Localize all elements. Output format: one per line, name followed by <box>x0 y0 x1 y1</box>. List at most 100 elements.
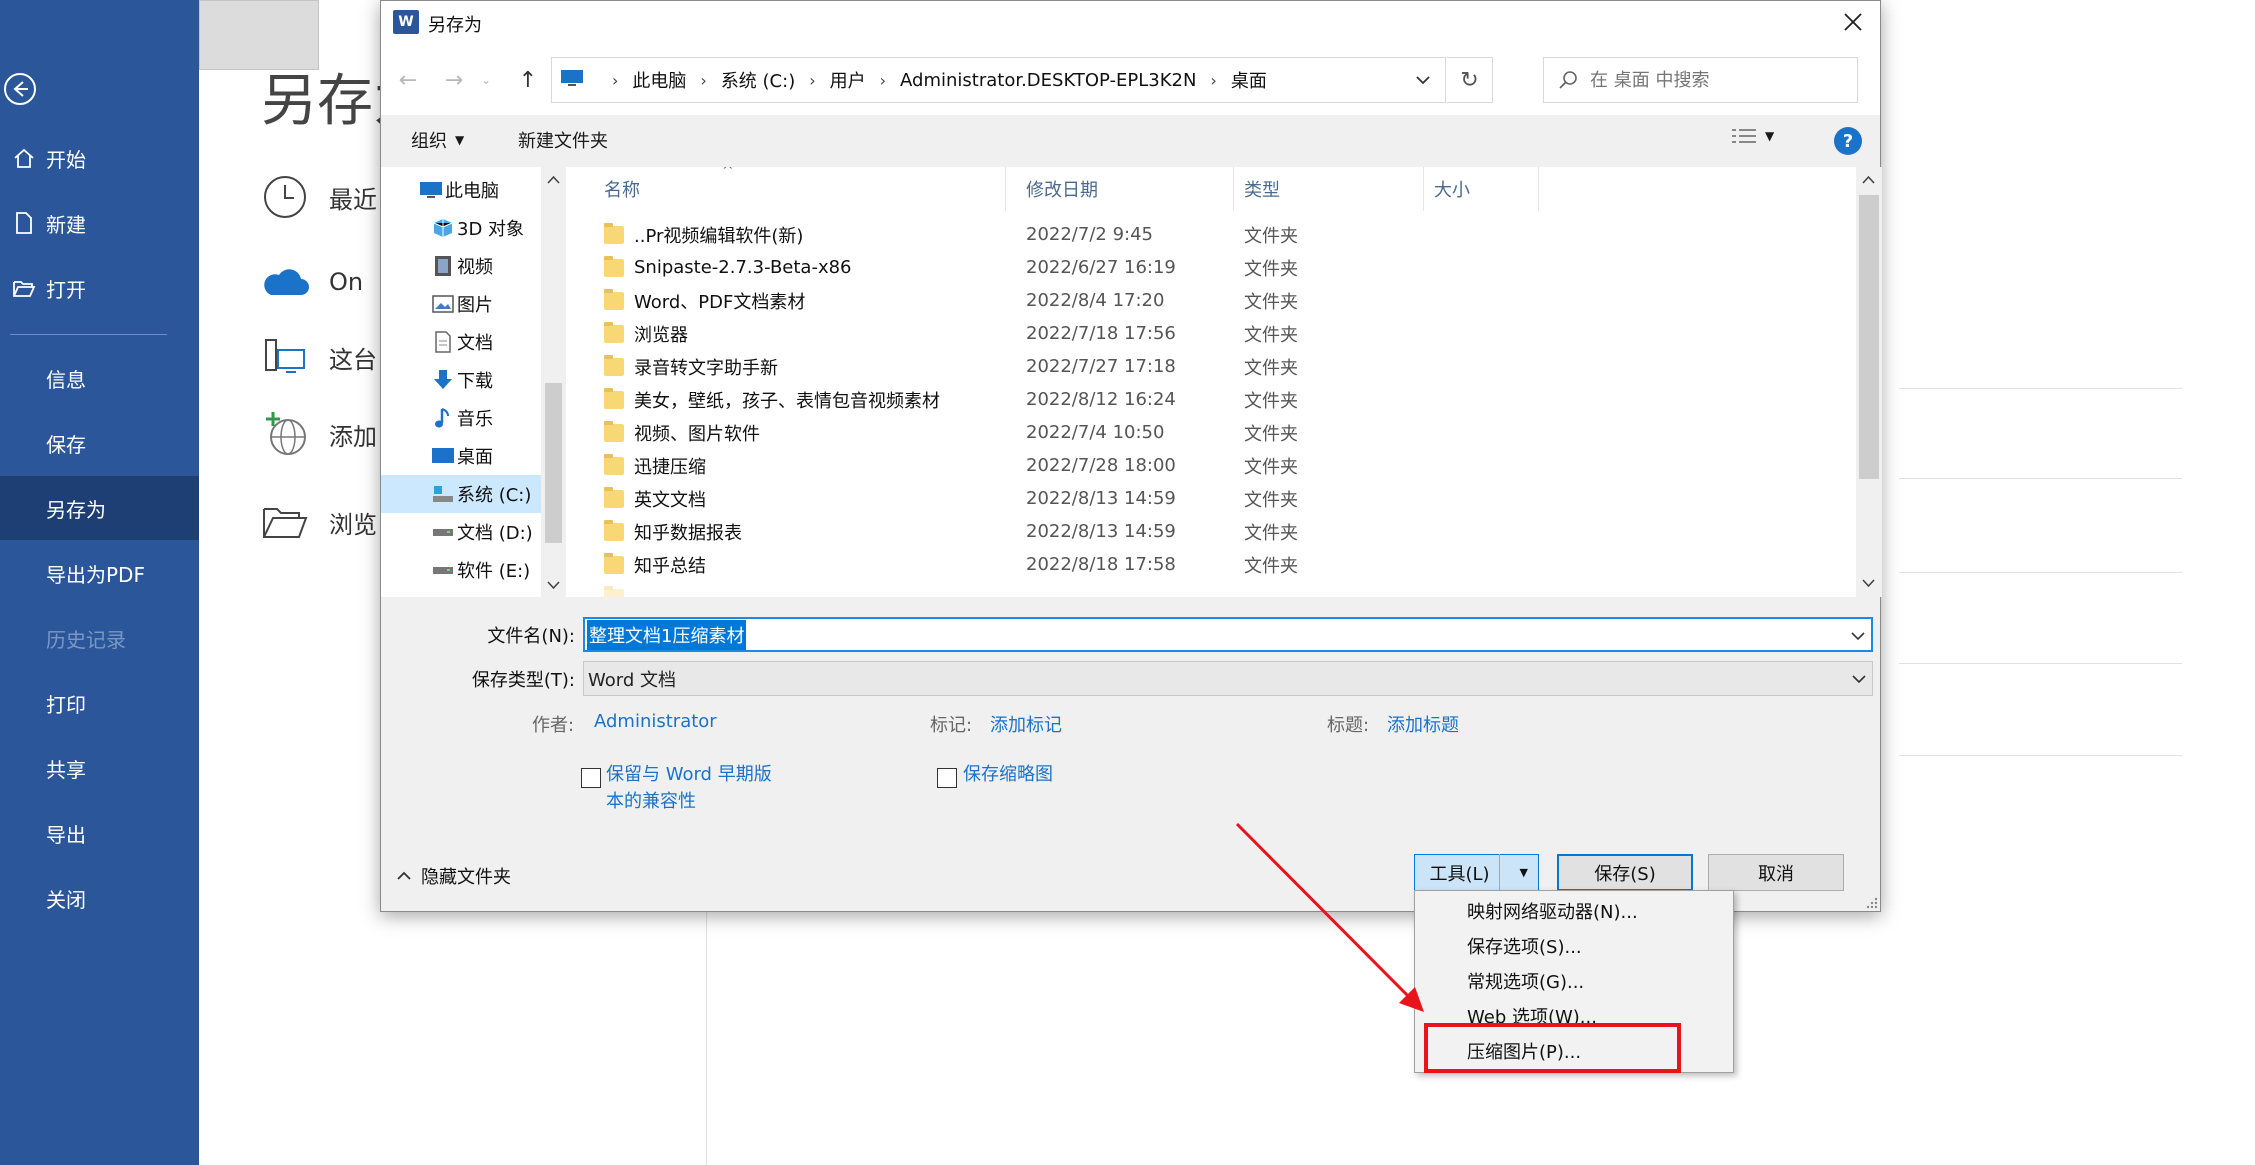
location-onedrive[interactable]: On <box>259 250 363 314</box>
thumbnail-checkbox[interactable] <box>937 768 957 788</box>
menu-map-network-drive[interactable]: 映射网络驱动器(N)... <box>1415 893 1733 928</box>
location-recent[interactable]: 最近 <box>259 165 377 229</box>
file-name: 视频、图片软件 <box>634 423 760 445</box>
author-value[interactable]: Administrator <box>594 711 717 732</box>
new-folder-button[interactable]: 新建文件夹 <box>518 127 608 153</box>
compat-label-line1[interactable]: 保留与 Word 早期版 <box>606 761 772 788</box>
hide-folders-toggle[interactable]: 隐藏文件夹 <box>397 863 511 889</box>
title-value[interactable]: 添加标题 <box>1387 711 1459 737</box>
dialog-titlebar[interactable]: W 另存为 <box>381 1 1880 43</box>
breadcrumb-item[interactable]: 用户 <box>830 67 866 93</box>
file-date: 2022/7/28 18:00 <box>1026 455 1176 476</box>
nav-divider <box>10 334 167 335</box>
address-bar[interactable]: › 此电脑 › 系统 (C:) › 用户 › Administrator.DES… <box>551 57 1446 103</box>
tree-scroll-thumb[interactable] <box>545 383 562 543</box>
details-view-icon <box>1732 129 1756 143</box>
tree-item-desktop[interactable]: 桌面 <box>381 437 541 475</box>
nav-home[interactable]: 开始 <box>0 126 199 190</box>
location-browse[interactable]: 浏览 <box>259 490 377 554</box>
filename-field[interactable]: 整理文档1压缩素材 <box>583 617 1873 652</box>
file-row[interactable]: 知乎数据报表 2022/8/13 14:59 文件夹 <box>566 515 1856 548</box>
nav-share[interactable]: 共享 <box>0 736 199 800</box>
chevron-up-icon <box>397 871 411 880</box>
nav-print[interactable]: 打印 <box>0 671 199 735</box>
tree-item-videos[interactable]: 视频 <box>381 247 541 285</box>
column-size[interactable]: 大小 <box>1424 167 1539 211</box>
tree-item-3d-objects[interactable]: 3D 对象 <box>381 209 541 247</box>
folder-icon <box>604 321 624 343</box>
file-row[interactable]: 美女，壁纸，孩子、表情包音视频素材 2022/8/12 16:24 文件夹 <box>566 383 1856 416</box>
location-add-place[interactable]: 添加 <box>259 402 377 466</box>
tree-item-drive-c[interactable]: 系统 (C:) <box>381 475 541 513</box>
breadcrumb-item[interactable]: 系统 (C:) <box>721 67 795 93</box>
column-label: 修改日期 <box>1026 180 1098 201</box>
file-row[interactable]: Snipaste-2.7.3-Beta-x86 2022/6/27 16:19 … <box>566 251 1856 284</box>
tree-item-music[interactable]: 音乐 <box>381 399 541 437</box>
column-type[interactable]: 类型 <box>1234 167 1424 211</box>
file-row[interactable]: ..Pr视频编辑软件(新) 2022/7/2 9:45 文件夹 <box>566 218 1856 251</box>
back-button[interactable]: ← <box>393 65 423 95</box>
file-scroll-thumb[interactable] <box>1859 195 1879 479</box>
tree-item-this-pc[interactable]: 此电脑 <box>381 171 541 209</box>
nav-close[interactable]: 关闭 <box>0 866 199 930</box>
file-list-scrollbar[interactable] <box>1856 167 1882 597</box>
search-input[interactable] <box>1590 69 1830 91</box>
breadcrumb-item[interactable]: 此电脑 <box>632 67 686 93</box>
breadcrumb-item[interactable]: Administrator.DESKTOP-EPL3K2N <box>900 70 1196 91</box>
nav-info[interactable]: 信息 <box>0 346 199 410</box>
address-dropdown-button[interactable] <box>1399 58 1445 102</box>
tree-scrollbar[interactable] <box>541 167 566 597</box>
tree-item-pictures[interactable]: 图片 <box>381 285 541 323</box>
nav-save-as[interactable]: 另存为 <box>0 476 199 540</box>
file-row[interactable]: 浏览器 2022/7/18 17:56 文件夹 <box>566 317 1856 350</box>
compat-label-line2[interactable]: 本的兼容性 <box>606 788 696 815</box>
file-row[interactable]: Word、PDF文档素材 2022/8/4 17:20 文件夹 <box>566 284 1856 317</box>
menu-general-options[interactable]: 常规选项(G)... <box>1415 963 1733 998</box>
column-date[interactable]: 修改日期 <box>1006 167 1234 211</box>
organize-button[interactable]: 组织 ▼ <box>411 127 464 153</box>
nav-export[interactable]: 导出 <box>0 801 199 865</box>
file-row[interactable]: 知乎总结 2022/8/18 17:58 文件夹 <box>566 548 1856 581</box>
close-button[interactable] <box>1834 5 1872 39</box>
tools-button[interactable]: 工具(L) ▼ <box>1414 854 1539 891</box>
nav-open[interactable]: 打开 <box>0 256 199 320</box>
up-button[interactable]: ↑ <box>513 65 543 95</box>
file-row[interactable]: 录音转文字助手新 2022/7/27 17:18 文件夹 <box>566 350 1856 383</box>
location-label: 浏览 <box>329 510 377 539</box>
search-box[interactable] <box>1543 57 1858 103</box>
save-button[interactable]: 保存(S) <box>1557 854 1693 891</box>
resize-grip-icon[interactable] <box>1864 895 1878 909</box>
tree-label: 软件 (E:) <box>457 561 531 582</box>
view-options-button[interactable]: ▼ <box>1731 127 1774 145</box>
help-button[interactable]: ? <box>1834 127 1862 155</box>
forward-button[interactable]: → <box>439 65 469 95</box>
tree-item-downloads[interactable]: 下载 <box>381 361 541 399</box>
filename-value[interactable]: 整理文档1压缩素材 <box>587 619 747 650</box>
back-button[interactable] <box>0 66 40 112</box>
breadcrumb-item[interactable]: 桌面 <box>1231 67 1267 93</box>
file-row-partial[interactable] <box>566 581 1856 597</box>
file-name: ..Pr视频编辑软件(新) <box>634 225 804 247</box>
menu-save-options[interactable]: 保存选项(S)... <box>1415 928 1733 963</box>
tags-value[interactable]: 添加标记 <box>990 711 1062 737</box>
file-row[interactable]: 英文文档 2022/8/13 14:59 文件夹 <box>566 482 1856 515</box>
filetype-select[interactable]: Word 文档 <box>583 661 1873 696</box>
nav-export-pdf[interactable]: 导出为PDF <box>0 541 199 605</box>
column-name[interactable]: 名称 ^ <box>566 167 1006 211</box>
drive-e-icon <box>429 557 457 583</box>
tree-item-drive-d[interactable]: 文档 (D:) <box>381 513 541 551</box>
nav-save[interactable]: 保存 <box>0 411 199 475</box>
thumbnail-label[interactable]: 保存缩略图 <box>963 761 1053 788</box>
cancel-button[interactable]: 取消 <box>1708 854 1844 891</box>
recent-locations-button[interactable]: ⌄ <box>476 65 496 95</box>
nav-new[interactable]: 新建 <box>0 191 199 255</box>
file-row[interactable]: 迅捷压缩 2022/7/28 18:00 文件夹 <box>566 449 1856 482</box>
location-this-pc[interactable]: 这台 <box>259 325 377 389</box>
refresh-button[interactable]: ↻ <box>1447 57 1493 103</box>
tree-item-drive-e[interactable]: 软件 (E:) <box>381 551 541 589</box>
tree-item-documents[interactable]: 文档 <box>381 323 541 361</box>
caret-down-icon: ▼ <box>1765 129 1775 143</box>
compat-checkbox[interactable] <box>581 768 601 788</box>
chevron-down-icon[interactable] <box>1851 631 1865 641</box>
file-row[interactable]: 视频、图片软件 2022/7/4 10:50 文件夹 <box>566 416 1856 449</box>
